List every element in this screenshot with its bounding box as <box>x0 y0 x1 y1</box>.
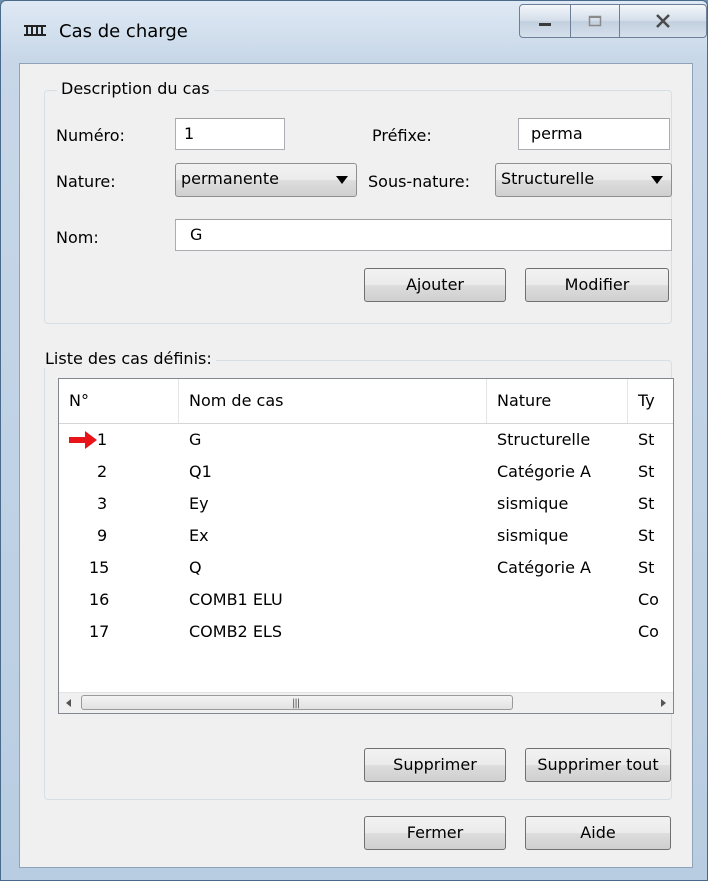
table-row[interactable]: 1 G Structurelle St <box>59 424 673 456</box>
current-case-arrow-icon <box>69 431 97 449</box>
nom-label: Nom: <box>56 228 99 247</box>
minimize-icon <box>539 23 551 26</box>
scrollbar-thumb[interactable]: ||| <box>81 695 513 710</box>
horizontal-scrollbar[interactable]: ||| <box>59 692 673 713</box>
aide-button[interactable]: Aide <box>525 816 671 850</box>
maximize-button[interactable] <box>570 4 620 38</box>
close-button[interactable] <box>619 4 707 38</box>
list-body: 1 G Structurelle St 2 Q1 Catégorie A St … <box>59 424 673 684</box>
row-type: Co <box>638 590 659 609</box>
row-type: St <box>638 462 655 481</box>
row-nature: Catégorie A <box>497 558 591 577</box>
scroll-right-icon[interactable] <box>653 693 673 713</box>
row-type: St <box>638 430 655 449</box>
liste-legend: Liste des cas définis: <box>43 349 216 368</box>
row-num: 17 <box>89 622 110 641</box>
sous-nature-select-value: Structurelle <box>501 169 595 188</box>
row-type: Co <box>638 622 659 641</box>
prefixe-field[interactable]: perma <box>518 118 670 150</box>
table-row[interactable]: 3 Ey sismique St <box>59 488 673 520</box>
sous-nature-label: Sous-nature: <box>368 172 471 191</box>
numero-label: Numéro: <box>56 126 125 145</box>
row-num: 16 <box>89 590 110 609</box>
chevron-down-icon <box>651 176 663 184</box>
row-nom: Q1 <box>189 462 212 481</box>
table-row[interactable]: 2 Q1 Catégorie A St <box>59 456 673 488</box>
numero-field[interactable]: 1 <box>175 118 285 150</box>
row-num: 15 <box>89 558 110 577</box>
maximize-icon <box>588 15 602 27</box>
row-nature: Catégorie A <box>497 462 591 481</box>
nature-label: Nature: <box>56 172 116 191</box>
load-case-icon <box>24 25 46 36</box>
column-header-nom[interactable]: Nom de cas <box>179 379 487 423</box>
table-row[interactable]: 9 Ex sismique St <box>59 520 673 552</box>
nature-select-value: permanente <box>181 169 279 188</box>
column-header-nature[interactable]: Nature <box>487 379 628 423</box>
row-nature: sismique <box>497 494 569 513</box>
row-num: 3 <box>97 494 108 513</box>
prefixe-label: Préfixe: <box>372 126 432 145</box>
minimize-button[interactable] <box>519 4 571 38</box>
cases-list[interactable]: N° Nom de cas Nature Ty 1 G Structurelle… <box>58 378 674 714</box>
row-type: St <box>638 494 655 513</box>
row-nom: Ex <box>189 526 209 545</box>
row-num: 1 <box>97 430 108 449</box>
row-nom: Ey <box>189 494 209 513</box>
modifier-button[interactable]: Modifier <box>525 268 669 302</box>
description-legend: Description du cas <box>57 79 214 98</box>
table-row[interactable]: 15 Q Catégorie A St <box>59 552 673 584</box>
row-nature: sismique <box>497 526 569 545</box>
sous-nature-select[interactable]: Structurelle <box>495 163 672 197</box>
row-nature: Structurelle <box>497 430 591 449</box>
row-nom: COMB1 ELU <box>189 590 283 609</box>
fermer-button[interactable]: Fermer <box>364 816 506 850</box>
list-header: N° Nom de cas Nature Ty <box>59 379 673 424</box>
close-icon <box>656 14 670 28</box>
scroll-left-icon[interactable] <box>59 693 79 713</box>
row-nom: Q <box>189 558 202 577</box>
row-nom: G <box>189 430 202 449</box>
column-header-num[interactable]: N° <box>59 379 179 423</box>
window-title: Cas de charge <box>59 21 188 42</box>
ajouter-button[interactable]: Ajouter <box>364 268 506 302</box>
row-num: 9 <box>97 526 108 545</box>
chevron-down-icon <box>336 176 348 184</box>
supprimer-tout-button[interactable]: Supprimer tout <box>525 748 671 782</box>
row-type: St <box>638 526 655 545</box>
nom-field[interactable]: G <box>175 219 672 251</box>
table-row[interactable]: 17 COMB2 ELS Co <box>59 616 673 648</box>
title-bar[interactable]: Cas de charge <box>1 1 707 61</box>
nature-select[interactable]: permanente <box>175 163 357 197</box>
dialog-window: Cas de charge Description du cas Numéro:… <box>0 0 708 881</box>
column-header-type[interactable]: Ty <box>628 379 673 423</box>
grip-icon: ||| <box>292 698 300 709</box>
row-num: 2 <box>97 462 108 481</box>
row-nom: COMB2 ELS <box>189 622 282 641</box>
dialog-client-area: Description du cas Numéro: 1 Préfixe: pe… <box>19 63 693 868</box>
table-row[interactable]: 16 COMB1 ELU Co <box>59 584 673 616</box>
row-type: St <box>638 558 655 577</box>
supprimer-button[interactable]: Supprimer <box>364 748 506 782</box>
